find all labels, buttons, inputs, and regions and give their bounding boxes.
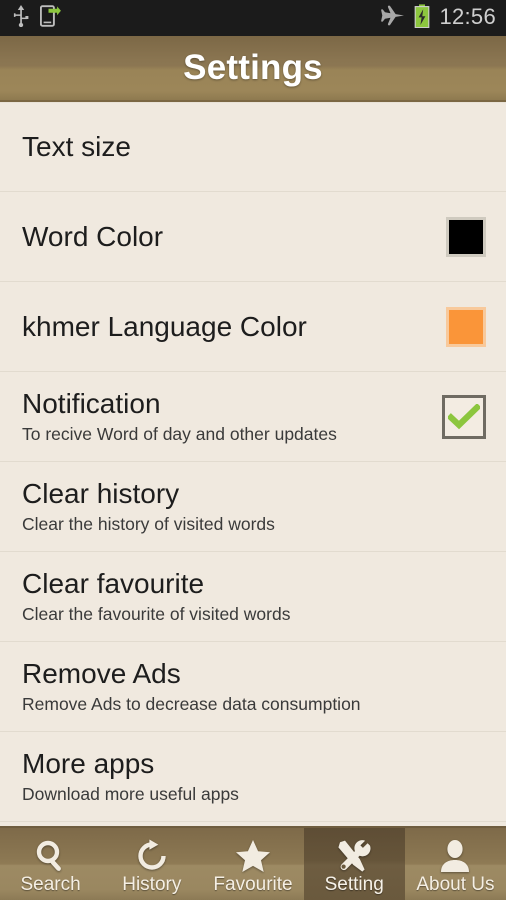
- tab-history[interactable]: History: [101, 828, 202, 900]
- row-text-block: khmer Language Color: [22, 311, 446, 342]
- row-text-block: Word Color: [22, 221, 446, 252]
- search-icon: [34, 839, 68, 873]
- app-window: 12:56 Settings Text size Word Color khme…: [0, 0, 506, 900]
- row-title: Notification: [22, 388, 161, 420]
- notification-checkbox[interactable]: [442, 394, 486, 439]
- status-bar-left-icons: [12, 4, 64, 32]
- row-text-block: More apps Download more useful apps: [22, 748, 486, 804]
- settings-row-khmer-language-color[interactable]: khmer Language Color: [0, 282, 506, 372]
- battery-charging-icon: [414, 3, 430, 33]
- settings-row-text-size[interactable]: Text size: [0, 102, 506, 192]
- row-title: Word Color: [22, 220, 164, 252]
- status-bar-right-icons: 12:56: [380, 3, 496, 33]
- page-title: Settings: [183, 48, 323, 87]
- star-icon: [235, 839, 271, 873]
- action-bar: Settings: [0, 36, 506, 102]
- row-title: Clear favourite: [22, 568, 205, 600]
- person-icon: [439, 839, 471, 873]
- usb-transfer-icon: [39, 4, 64, 32]
- row-subtitle: Remove Ads to decrease data consumption: [22, 693, 361, 714]
- row-title: Clear history: [22, 478, 180, 510]
- tab-search[interactable]: Search: [0, 828, 101, 900]
- settings-row-remove-ads[interactable]: Remove Ads Remove Ads to decrease data c…: [0, 642, 506, 732]
- row-subtitle: Clear the history of visited words: [22, 513, 275, 534]
- tab-label: Search: [20, 873, 81, 895]
- word-color-swatch[interactable]: [446, 216, 486, 257]
- tab-setting[interactable]: Setting: [303, 828, 405, 900]
- settings-row-clear-favourite[interactable]: Clear favourite Clear the favourite of v…: [0, 552, 506, 642]
- khmer-language-color-swatch[interactable]: [446, 306, 486, 347]
- row-title: Remove Ads: [22, 658, 181, 690]
- airplane-mode-icon: [380, 5, 405, 32]
- refresh-clock-icon: [136, 839, 168, 873]
- usb-icon: [12, 4, 30, 32]
- tab-label: History: [122, 873, 182, 895]
- row-subtitle: To recive Word of day and other updates: [22, 423, 337, 444]
- settings-row-word-color[interactable]: Word Color: [0, 192, 506, 282]
- row-text-block: Clear favourite Clear the favourite of v…: [22, 568, 486, 624]
- checkmark-icon: [448, 403, 480, 430]
- tab-favourite[interactable]: Favourite: [202, 828, 303, 900]
- tools-icon: [337, 839, 371, 873]
- settings-row-notification[interactable]: Notification To recive Word of day and o…: [0, 372, 506, 462]
- row-text-block: Text size: [22, 131, 486, 162]
- tab-about-us[interactable]: About Us: [405, 828, 506, 900]
- status-bar-clock: 12:56: [439, 4, 496, 29]
- settings-list: Text size Word Color khmer Language Colo…: [0, 102, 506, 826]
- row-title: More apps: [22, 748, 155, 780]
- settings-row-clear-history[interactable]: Clear history Clear the history of visit…: [0, 462, 506, 552]
- tab-label: Setting: [324, 873, 384, 895]
- status-bar: 12:56: [0, 0, 506, 36]
- row-subtitle: Clear the favourite of visited words: [22, 603, 291, 624]
- tab-label: Favourite: [213, 873, 293, 895]
- row-text-block: Clear history Clear the history of visit…: [22, 478, 486, 534]
- row-text-block: Remove Ads Remove Ads to decrease data c…: [22, 658, 486, 714]
- row-text-block: Notification To recive Word of day and o…: [22, 388, 442, 444]
- row-subtitle: Download more useful apps: [22, 783, 239, 804]
- bottom-tab-bar: Search History Favourite Setting About U…: [0, 826, 506, 900]
- tab-label: About Us: [416, 873, 495, 895]
- row-title: khmer Language Color: [22, 310, 307, 342]
- settings-row-more-apps[interactable]: More apps Download more useful apps: [0, 732, 506, 822]
- row-title: Text size: [22, 131, 131, 163]
